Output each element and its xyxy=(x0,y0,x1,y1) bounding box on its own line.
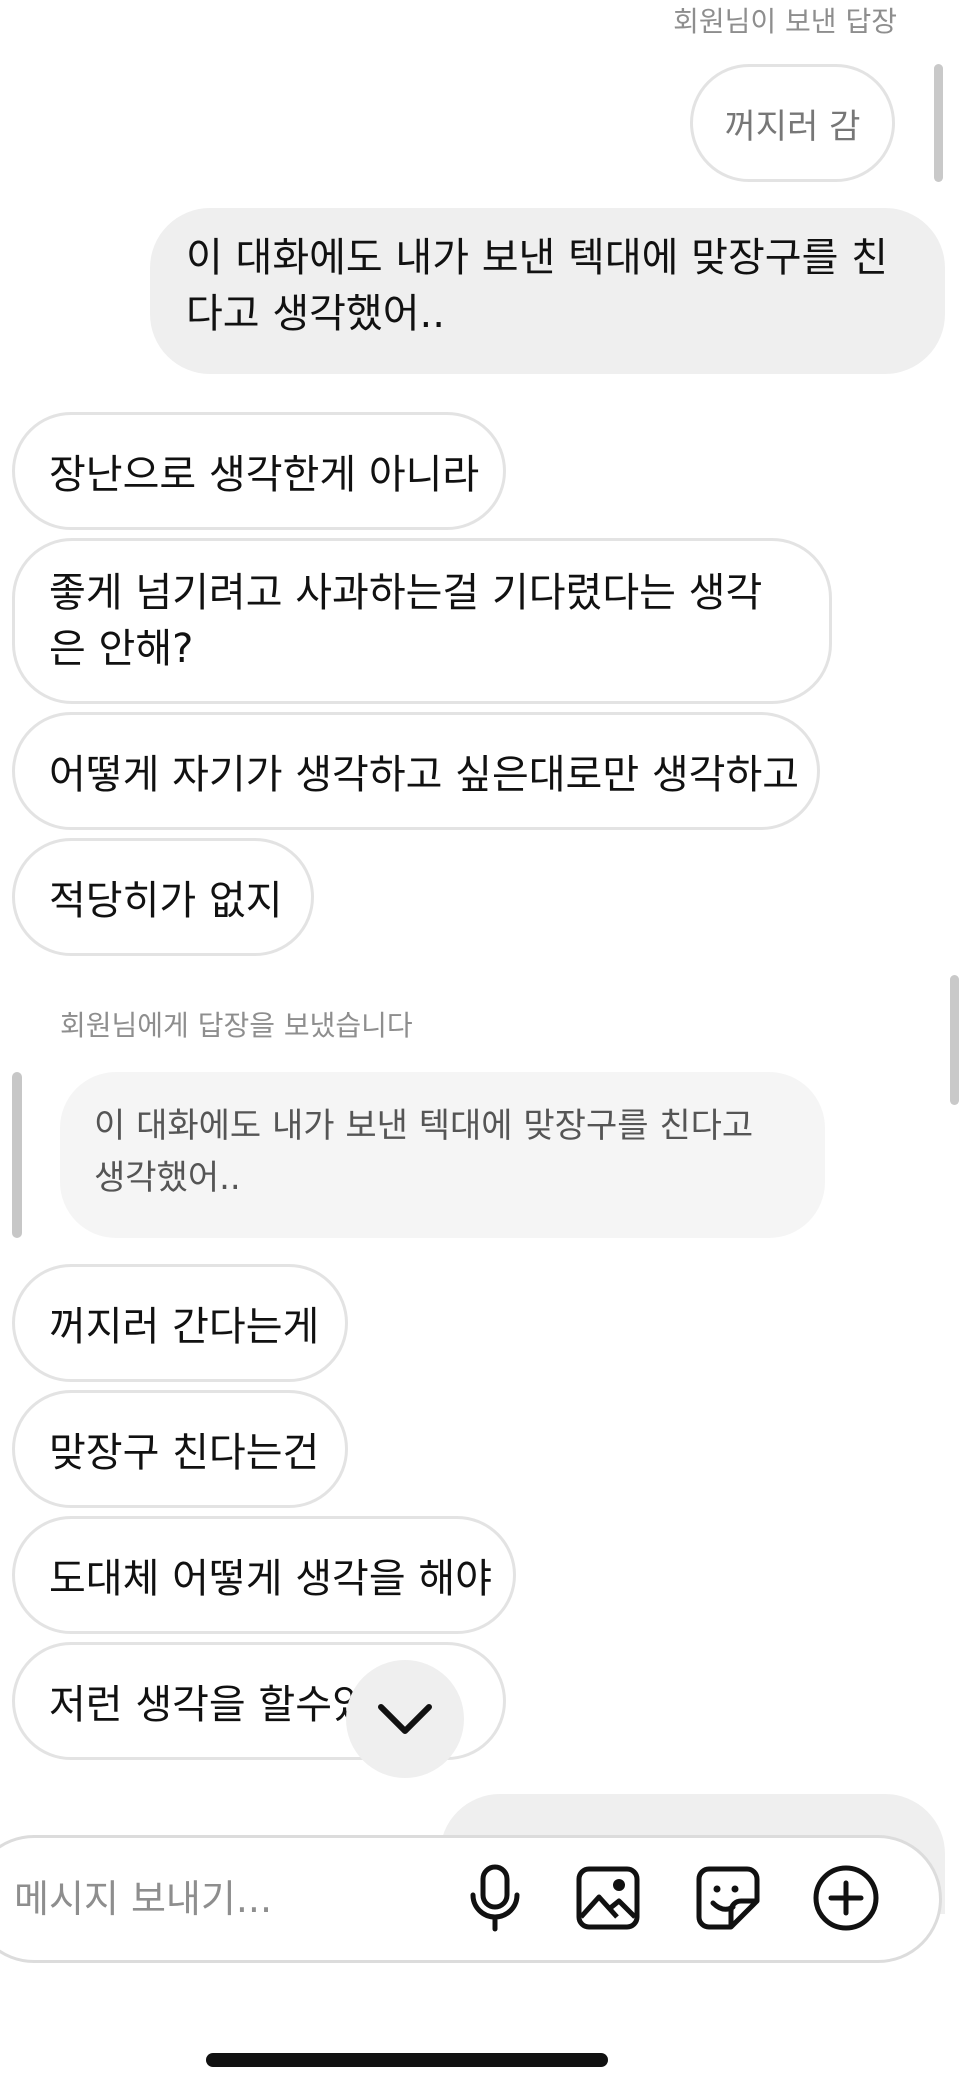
sticker-button[interactable] xyxy=(688,1858,768,1938)
incoming-message-text: 꺼지러 간다는게 xyxy=(49,1304,320,1350)
home-indicator[interactable] xyxy=(206,2053,608,2067)
incoming-message-text: 맞장구 친다는건 xyxy=(49,1430,320,1476)
incoming-message-text: 도대체 어떻게 생각을 해야 xyxy=(49,1556,492,1602)
incoming-message-text: 어떻게 자기가 생각하고 싶은대로만 생각하고 xyxy=(49,752,800,798)
incoming-message[interactable]: 좋게 넘기려고 사과하는걸 기다렸다는 생각은 안해? xyxy=(12,538,832,704)
image-icon xyxy=(576,1866,640,1930)
outgoing-message[interactable]: 이 대화에도 내가 보낸 텍대에 맞장구를 친다고 생각했어.. xyxy=(150,208,945,374)
image-button[interactable] xyxy=(568,1858,648,1938)
reply-quote-bubble[interactable]: 이 대화에도 내가 보낸 텍대에 맞장구를 친다고 생각했어.. xyxy=(60,1072,825,1238)
scroll-down-button[interactable] xyxy=(346,1660,464,1778)
reply-sent-label: 회원님에게 답장을 보냈습니다 xyxy=(60,1009,413,1042)
incoming-message[interactable]: 맞장구 친다는건 xyxy=(12,1390,348,1508)
quoted-outgoing-bubble: 꺼지러 감 xyxy=(690,64,895,182)
incoming-message[interactable]: 꺼지러 간다는게 xyxy=(12,1264,348,1382)
mic-button[interactable] xyxy=(455,1858,535,1938)
scroll-indicator-top[interactable] xyxy=(934,64,943,182)
outgoing-message-text: 이 대화에도 내가 보낸 텍대에 맞장구를 친다고 생각했어.. xyxy=(186,235,888,337)
incoming-message[interactable]: 적당히가 없지 xyxy=(12,838,314,956)
sticker-icon xyxy=(696,1866,760,1930)
message-input[interactable] xyxy=(12,1858,446,1940)
reply-header-label: 회원님이 보낸 답장 xyxy=(673,5,897,38)
reply-quote-bar xyxy=(12,1072,22,1238)
incoming-message[interactable]: 어떻게 자기가 생각하고 싶은대로만 생각하고 xyxy=(12,712,820,830)
mic-icon xyxy=(470,1864,520,1932)
plus-circle-icon xyxy=(813,1865,879,1931)
incoming-message-text: 적당히가 없지 xyxy=(49,878,283,924)
incoming-message[interactable]: 도대체 어떻게 생각을 해야 xyxy=(12,1516,516,1634)
incoming-message-text: 장난으로 생각한게 아니라 xyxy=(49,452,480,498)
scroll-indicator-mid[interactable] xyxy=(950,975,959,1105)
incoming-message[interactable]: 장난으로 생각한게 아니라 xyxy=(12,412,506,530)
reply-quote-text: 이 대화에도 내가 보낸 텍대에 맞장구를 친다고 생각했어.. xyxy=(94,1106,754,1198)
chevron-down-icon xyxy=(378,1704,432,1734)
quoted-outgoing-text: 꺼지러 감 xyxy=(724,106,861,147)
incoming-message-text: 좋게 넘기려고 사과하는걸 기다렸다는 생각은 안해? xyxy=(49,570,763,672)
add-button[interactable] xyxy=(806,1858,886,1938)
